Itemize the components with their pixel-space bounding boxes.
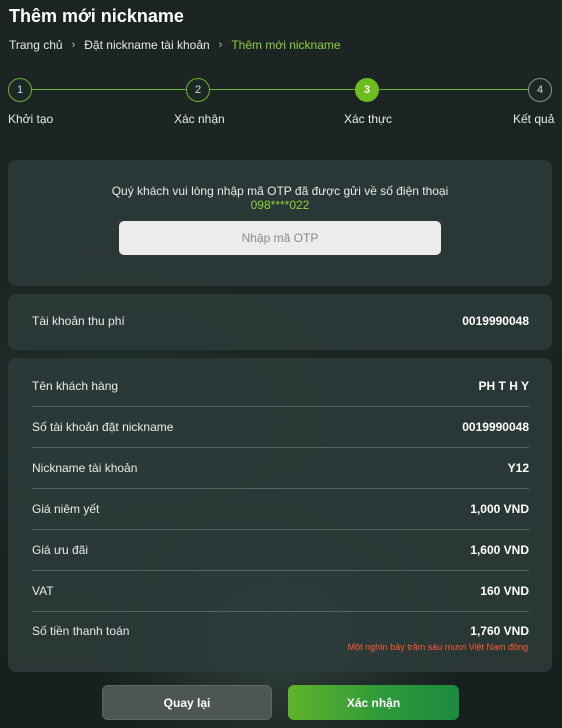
breadcrumb-nickname[interactable]: Đặt nickname tài khoản — [84, 38, 209, 52]
detail-value: PH T H Y — [478, 379, 529, 393]
detail-label: VAT — [32, 584, 54, 598]
step-1-circle: 1 — [8, 78, 32, 102]
otp-phone-number: 098****022 — [250, 198, 310, 212]
breadcrumb-current: Thêm mới nickname — [231, 38, 341, 52]
details-card: Tên khách hàng PH T H Y Số tài khoản đặt… — [8, 358, 552, 672]
otp-input[interactable] — [119, 221, 441, 255]
detail-value: 1,760 VND — [470, 624, 529, 638]
fee-account-row: Tài khoản thu phí 0019990048 — [32, 314, 529, 328]
step-connector — [379, 89, 529, 90]
detail-value: Y12 — [507, 461, 529, 475]
detail-row-discount-price: Giá ưu đãi 1,600 VND — [32, 530, 529, 571]
detail-label: Tên khách hàng — [32, 379, 119, 393]
stepper: 1 2 3 4 Khởi tạo Xác nhận Xác thực Kết q… — [0, 78, 562, 128]
detail-row-account-number: Số tài khoản đặt nickname 0019990048 — [32, 407, 529, 448]
back-button[interactable]: Quay lại — [102, 685, 272, 720]
fee-account-card: Tài khoản thu phí 0019990048 — [8, 294, 552, 350]
fee-account-value: 0019990048 — [462, 314, 529, 328]
step-3-label: Xác thực — [344, 112, 393, 126]
step-1-label: Khởi tạo — [8, 112, 54, 126]
breadcrumb-home[interactable]: Trang chủ — [9, 38, 63, 52]
detail-row-customer-name: Tên khách hàng PH T H Y — [32, 366, 529, 407]
amount-in-words: Một nghìn bảy trăm sáu mươi Việt Nam đồn… — [347, 642, 528, 652]
detail-value: 160 VND — [480, 584, 529, 598]
detail-row-nickname: Nickname tài khoản Y12 — [32, 448, 529, 489]
confirm-button[interactable]: Xác nhận — [288, 685, 459, 720]
fee-account-label: Tài khoản thu phí — [32, 314, 125, 328]
step-4-label: Kết quả — [513, 112, 555, 126]
step-2-label: Xác nhận — [174, 112, 225, 126]
step-3-circle: 3 — [355, 78, 379, 102]
otp-message: Quý khách vui lòng nhập mã OTP đã được g… — [111, 184, 449, 198]
detail-label: Số tài khoản đặt nickname — [32, 420, 174, 434]
detail-label: Số tiền thanh toán — [32, 624, 130, 638]
breadcrumb: Trang chủ › Đặt nickname tài khoản › Thê… — [9, 38, 341, 52]
step-connector — [209, 89, 356, 90]
detail-label: Giá ưu đãi — [32, 543, 89, 557]
detail-label: Giá niêm yết — [32, 502, 100, 516]
page-title: Thêm mới nickname — [9, 6, 184, 26]
step-connector — [31, 89, 187, 90]
breadcrumb-separator-icon: › — [218, 39, 223, 51]
detail-row-vat: VAT 160 VND — [32, 571, 529, 612]
step-4-circle: 4 — [528, 78, 552, 102]
otp-card: Quý khách vui lòng nhập mã OTP đã được g… — [8, 160, 552, 286]
detail-label: Nickname tài khoản — [32, 461, 138, 475]
breadcrumb-separator-icon: › — [71, 39, 76, 51]
detail-row-list-price: Giá niêm yết 1,000 VND — [32, 489, 529, 530]
detail-value: 0019990048 — [462, 420, 529, 434]
detail-value: 1,000 VND — [470, 502, 529, 516]
detail-value: 1,600 VND — [470, 543, 529, 557]
step-2-circle: 2 — [186, 78, 210, 102]
